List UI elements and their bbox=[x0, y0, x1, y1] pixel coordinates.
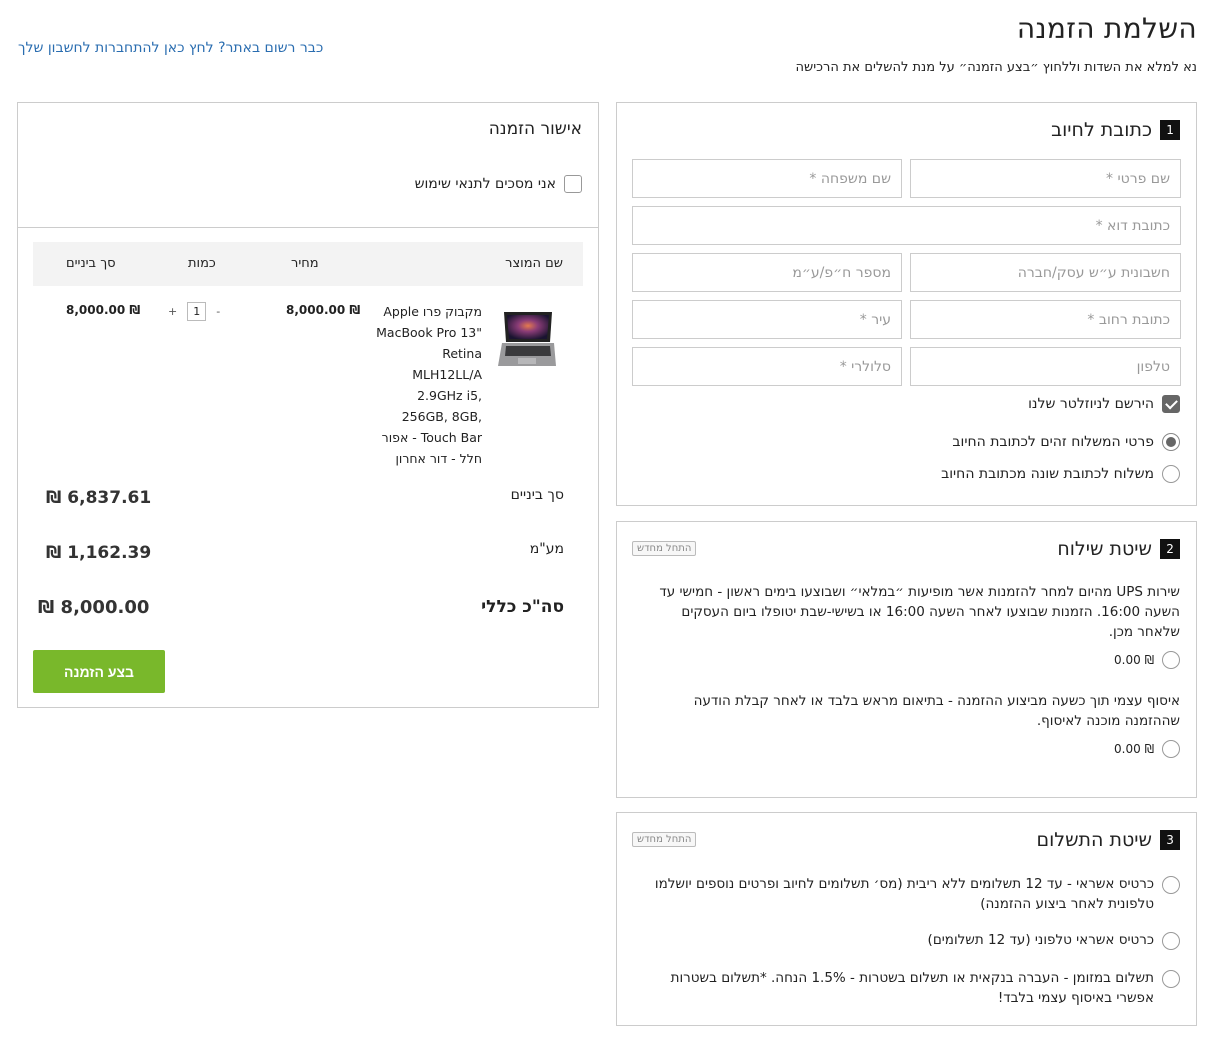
terms-label: אני מסכים לתנאי שימוש bbox=[414, 176, 556, 192]
mobile-field[interactable] bbox=[632, 347, 902, 386]
ups-option-text: שירות UPS מהיום למחר להזמנות אשר מופיעות… bbox=[659, 584, 1180, 640]
ship-same-row[interactable]: פרטי המשלוח זהים לכתובת החיוב bbox=[952, 433, 1180, 451]
page-subtitle: נא למלא את השדות וללחוץ ״בצע הזמנה״ על מ… bbox=[795, 60, 1197, 75]
company-id-field[interactable] bbox=[632, 253, 902, 292]
street-field[interactable] bbox=[910, 300, 1181, 339]
payment-credit-radio[interactable] bbox=[1162, 876, 1180, 894]
product-price: ₪ 8,000.00 bbox=[286, 303, 361, 317]
shipping-heading: 2 שיטת שילוח bbox=[1057, 538, 1180, 560]
product-image bbox=[494, 308, 558, 372]
payment-restart-button[interactable]: התחל מחדש bbox=[632, 832, 697, 847]
payment-credit-label: כרטיס אשראי - עד 12 תשלומים ללא ריבית (מ… bbox=[654, 876, 1154, 912]
qty-input[interactable]: 1 bbox=[187, 302, 207, 321]
payment-phone-radio[interactable] bbox=[1162, 932, 1180, 950]
city-field[interactable] bbox=[632, 300, 902, 339]
step-number: 3 bbox=[1160, 830, 1180, 850]
total-label: סה"כ כללי bbox=[481, 597, 564, 617]
vat-label: מע"מ bbox=[529, 541, 564, 557]
submit-order-button[interactable]: בצע הזמנה bbox=[33, 650, 165, 693]
product-subtotal: ₪ 8,000.00 bbox=[66, 303, 141, 317]
ship-different-row[interactable]: משלוח לכתובת שונה מכתובת החיוב bbox=[941, 465, 1180, 483]
payment-cash-radio[interactable] bbox=[1162, 970, 1180, 988]
subtotal-label: סך ביניים bbox=[510, 487, 564, 503]
payment-option-phone[interactable]: כרטיס אשראי טלפוני (עד 12 תשלומים) bbox=[635, 930, 1180, 950]
login-link[interactable]: כבר רשום באתר? לחץ כאן להתחברות לחשבון ש… bbox=[18, 40, 323, 56]
terms-row[interactable]: אני מסכים לתנאי שימוש bbox=[415, 175, 582, 193]
pickup-option-row[interactable]: ₪ 0.00 bbox=[1114, 740, 1180, 758]
order-title: אישור הזמנה bbox=[488, 119, 582, 139]
payment-option-cash[interactable]: תשלום במזומן - העברה בנקאית או תשלום בשט… bbox=[635, 968, 1180, 1008]
company-invoice-field[interactable] bbox=[910, 253, 1181, 292]
column-qty: כמות bbox=[188, 256, 216, 271]
divider bbox=[18, 227, 598, 228]
billing-title: כתובת לחיוב bbox=[1051, 119, 1152, 141]
column-product: שם המוצר bbox=[505, 256, 563, 271]
newsletter-label: הירשם לניוזלטר שלנו bbox=[1028, 396, 1154, 412]
total-value: ₪ 8,000.00 bbox=[38, 597, 150, 618]
shipping-title: שיטת שילוח bbox=[1057, 538, 1152, 560]
ups-option-row[interactable]: ₪ 0.00 bbox=[1114, 651, 1180, 669]
terms-checkbox[interactable] bbox=[564, 175, 582, 193]
order-panel: אישור הזמנה אני מסכים לתנאי שימוש שם המו… bbox=[17, 102, 599, 708]
page-title: השלמת הזמנה bbox=[1016, 12, 1197, 45]
step-number: 1 bbox=[1160, 120, 1180, 140]
column-subtotal: סך ביניים bbox=[66, 256, 116, 271]
shipping-restart-button[interactable]: התחל מחדש bbox=[632, 541, 697, 556]
shipping-panel: 2 שיטת שילוח התחל מחדש שירות UPS מהיום ל… bbox=[616, 521, 1197, 798]
column-price: מחיר bbox=[291, 256, 319, 271]
qty-increase-button[interactable]: + bbox=[168, 305, 177, 318]
ship-same-radio[interactable] bbox=[1162, 433, 1180, 451]
billing-heading: 1 כתובת לחיוב bbox=[1051, 119, 1180, 141]
ups-option-price: ₪ 0.00 bbox=[1114, 653, 1154, 667]
first-name-field[interactable] bbox=[910, 159, 1181, 198]
payment-cash-label: תשלום במזומן - העברה בנקאית או תשלום בשט… bbox=[670, 970, 1154, 1006]
subtotal-value: ₪ 6,837.61 bbox=[46, 488, 152, 508]
pickup-option-radio[interactable] bbox=[1162, 740, 1180, 758]
ship-different-radio[interactable] bbox=[1162, 465, 1180, 483]
vat-value: ₪ 1,162.39 bbox=[46, 543, 152, 563]
payment-title: שיטת התשלום bbox=[1036, 829, 1152, 851]
billing-panel: 1 כתובת לחיוב הירשם לניוזלטר שלנו פרטי ה… bbox=[616, 102, 1197, 506]
email-field[interactable] bbox=[632, 206, 1181, 245]
order-table-header: שם המוצר מחיר כמות סך ביניים bbox=[33, 242, 583, 286]
pickup-option-text: איסוף עצמי תוך כשעה מביצוע ההזמנה - בתיא… bbox=[693, 693, 1180, 729]
payment-panel: 3 שיטת התשלום התחל מחדש כרטיס אשראי - עד… bbox=[616, 812, 1197, 1026]
payment-heading: 3 שיטת התשלום bbox=[1036, 829, 1180, 851]
product-name[interactable]: מקבוק פרו Apple MacBook Pro 13" Retina M… bbox=[370, 301, 482, 469]
phone-field[interactable] bbox=[910, 347, 1181, 386]
ups-option-radio[interactable] bbox=[1162, 651, 1180, 669]
qty-decrease-button[interactable]: - bbox=[216, 305, 220, 318]
pickup-option-price: ₪ 0.00 bbox=[1114, 742, 1154, 756]
newsletter-row[interactable]: הירשם לניוזלטר שלנו bbox=[1028, 395, 1180, 413]
ship-different-label: משלוח לכתובת שונה מכתובת החיוב bbox=[941, 466, 1154, 482]
step-number: 2 bbox=[1160, 539, 1180, 559]
quantity-stepper[interactable]: + 1 - bbox=[168, 302, 220, 321]
newsletter-checkbox[interactable] bbox=[1162, 395, 1180, 413]
payment-option-credit[interactable]: כרטיס אשראי - עד 12 תשלומים ללא ריבית (מ… bbox=[635, 874, 1180, 914]
ship-same-label: פרטי המשלוח זהים לכתובת החיוב bbox=[952, 434, 1154, 450]
last-name-field[interactable] bbox=[632, 159, 902, 198]
payment-phone-label: כרטיס אשראי טלפוני (עד 12 תשלומים) bbox=[927, 932, 1154, 948]
